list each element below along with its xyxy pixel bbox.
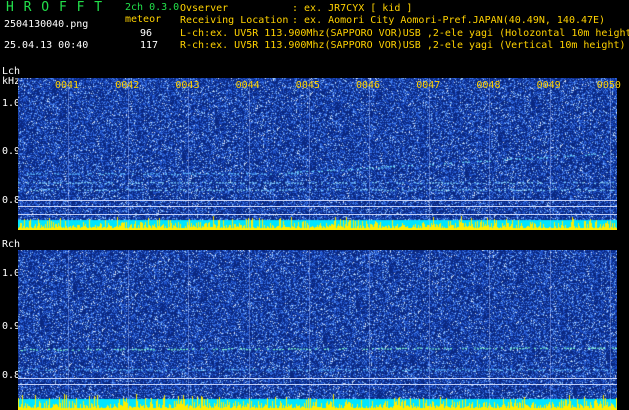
vertical-grid-line bbox=[549, 250, 551, 410]
lch-spectrogram bbox=[18, 78, 617, 230]
rch-receiver-info: R-ch:ex. UV5R 113.900Mhz(SAPPORO VOR)USB… bbox=[180, 40, 626, 51]
vertical-grid-line bbox=[128, 250, 130, 410]
vertical-grid-line bbox=[609, 78, 611, 230]
time-tick-0042: 0042 bbox=[115, 80, 140, 91]
meteor-count-rch: 117 bbox=[140, 40, 159, 51]
time-tick-0050: 0050 bbox=[596, 80, 621, 91]
vertical-grid-line bbox=[489, 250, 491, 410]
vertical-grid-line bbox=[308, 250, 310, 410]
vertical-grid-line bbox=[68, 78, 69, 230]
vertical-grid-line bbox=[68, 250, 69, 410]
vertical-grid-line bbox=[489, 78, 491, 230]
time-tick-0046: 0046 bbox=[356, 80, 381, 91]
vertical-grid-line bbox=[128, 78, 130, 230]
rch-channel-label: Rch bbox=[2, 239, 21, 250]
vertical-grid-line bbox=[369, 78, 370, 230]
vertical-grid-line bbox=[369, 250, 370, 410]
reference-line bbox=[18, 200, 617, 201]
reference-line bbox=[18, 378, 617, 379]
rch-spectrogram-canvas bbox=[18, 250, 617, 410]
time-tick-0045: 0045 bbox=[295, 80, 320, 91]
app-version: 2ch 0.3.0 bbox=[125, 2, 180, 13]
location-value: : ex. Aomori City Aomori-Pref.JAPAN(40.4… bbox=[292, 15, 606, 26]
time-tick-0043: 0043 bbox=[175, 80, 200, 91]
lch-receiver-info: L-ch:ex. UV5R 113.900Mhz(SAPPORO VOR)USB… bbox=[180, 28, 629, 39]
time-tick-0041: 0041 bbox=[55, 80, 80, 91]
lch-spectrogram-canvas bbox=[18, 78, 617, 230]
meteor-count-lch: 96 bbox=[140, 28, 153, 39]
reference-line bbox=[18, 384, 617, 385]
vertical-grid-line bbox=[248, 250, 250, 410]
vertical-grid-line bbox=[429, 250, 431, 410]
rch-spectrogram bbox=[18, 250, 617, 410]
vertical-grid-line bbox=[188, 78, 190, 230]
reference-line bbox=[18, 214, 617, 215]
image-filename: 2504130040.png bbox=[4, 19, 89, 30]
vertical-grid-line bbox=[248, 78, 250, 230]
vertical-grid-line bbox=[549, 78, 551, 230]
time-tick-0044: 0044 bbox=[235, 80, 260, 91]
time-tick-0048: 0048 bbox=[476, 80, 501, 91]
time-tick-0047: 0047 bbox=[416, 80, 441, 91]
vertical-grid-line bbox=[188, 250, 190, 410]
vertical-grid-line bbox=[429, 78, 431, 230]
observer-label: Ovserver bbox=[180, 3, 229, 14]
reference-line bbox=[18, 206, 617, 207]
vertical-grid-line bbox=[609, 250, 611, 410]
observation-timestamp: 25.04.13 00:40 bbox=[4, 40, 89, 51]
meteor-label: meteor bbox=[125, 14, 162, 25]
location-label: Receiving Location bbox=[180, 15, 289, 26]
vertical-grid-line bbox=[308, 78, 310, 230]
observer-value: : ex. JR7CYX [ kid ] bbox=[292, 3, 413, 14]
time-tick-0049: 0049 bbox=[536, 80, 561, 91]
app-brand: H R O F F T bbox=[6, 0, 104, 15]
